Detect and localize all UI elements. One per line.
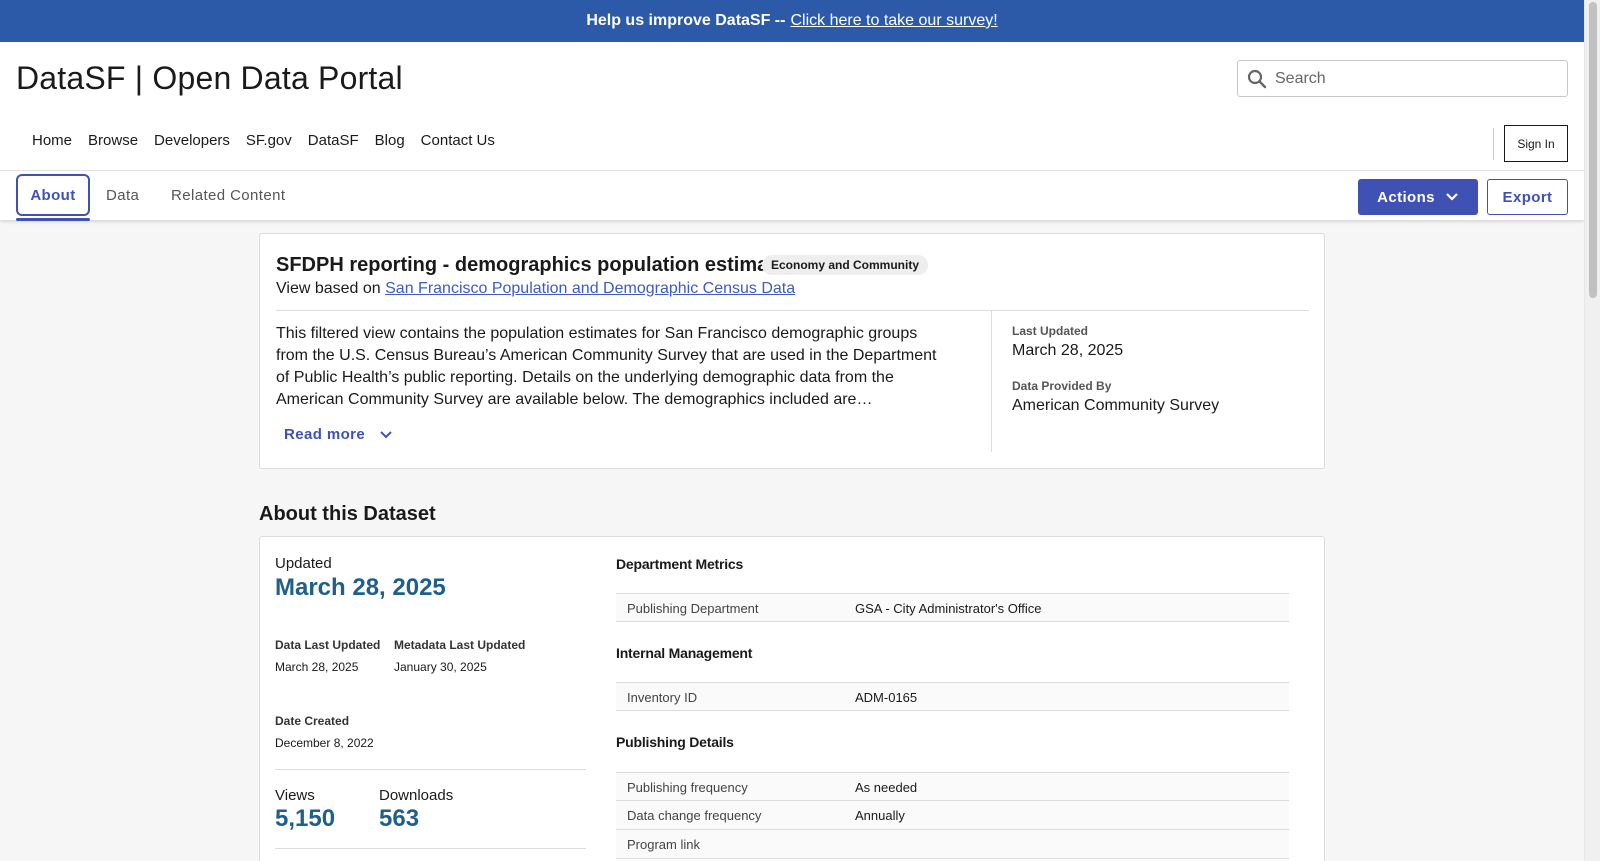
nav-contact-us[interactable]: Contact Us (421, 132, 495, 149)
last-updated-value: March 28, 2025 (1012, 342, 1124, 359)
dataset-tabs: About Data Related Content Actions Expor… (0, 170, 1584, 221)
read-more-label: Read more (284, 426, 366, 443)
updated-value: March 28, 2025 (275, 574, 446, 601)
actions-button[interactable]: Actions (1358, 179, 1478, 215)
based-on-prefix: View based on (276, 280, 381, 297)
updated-label: Updated (275, 555, 332, 572)
metadata-last-updated-value: January 30, 2025 (394, 660, 487, 674)
table-row: Inventory ID ADM-0165 (616, 682, 1289, 711)
provided-by-label: Data Provided By (1012, 379, 1112, 393)
nav-sfgov[interactable]: SF.gov (246, 132, 292, 149)
nav-home[interactable]: Home (32, 132, 72, 149)
data-last-updated-label: Data Last Updated (275, 638, 381, 652)
main-nav: Home Browse Developers SF.gov DataSF Blo… (32, 132, 511, 149)
downloads-value: 563 (379, 805, 420, 832)
row-value: As needed (855, 780, 918, 795)
stats-divider-bottom (275, 848, 586, 849)
views-value: 5,150 (275, 805, 336, 832)
category-badge[interactable]: Economy and Community (762, 255, 929, 275)
about-dataset-card: Updated March 28, 2025 Data Last Updated… (259, 536, 1325, 861)
row-key: Program link (627, 837, 700, 852)
summary-divider (276, 310, 1309, 311)
search-icon (1247, 69, 1267, 88)
row-key: Data change frequency (627, 808, 762, 823)
banner-text: Help us improve DataSF -- (586, 12, 786, 29)
chevron-down-icon (1446, 193, 1458, 201)
actions-label: Actions (1377, 188, 1435, 206)
summary-vertical-divider (991, 311, 992, 452)
date-created-label: Date Created (275, 714, 350, 728)
views-label: Views (275, 787, 315, 804)
row-key: Inventory ID (627, 690, 698, 705)
downloads-label: Downloads (379, 787, 454, 804)
internal-management-title: Internal Management (616, 645, 753, 661)
survey-banner: Help us improve DataSF -- Click here to … (0, 0, 1584, 42)
search-box[interactable] (1237, 60, 1568, 97)
table-row: Publishing Department GSA - City Adminis… (616, 593, 1289, 622)
dataset-summary-card: SFDPH reporting - demographics populatio… (259, 233, 1325, 469)
survey-link[interactable]: Click here to take our survey! (790, 12, 997, 30)
search-input[interactable] (1275, 69, 1545, 88)
export-button[interactable]: Export (1487, 179, 1568, 215)
active-tab-indicator (16, 218, 90, 221)
site-header: DataSF | Open Data Portal Home Browse De… (0, 42, 1584, 170)
page-scrollbar[interactable] (1584, 0, 1600, 861)
publishing-details-title: Publishing Details (616, 734, 734, 750)
about-dataset-heading: About this Dataset (259, 503, 436, 525)
row-value: GSA - City Administrator's Office (855, 601, 1042, 616)
date-created-value: December 8, 2022 (275, 736, 374, 750)
parent-dataset-link[interactable]: San Francisco Population and Demographic… (385, 280, 795, 297)
nav-blog[interactable]: Blog (375, 132, 405, 149)
sign-in-button[interactable]: Sign In (1504, 125, 1568, 162)
tab-about[interactable]: About (16, 174, 90, 216)
site-title[interactable]: DataSF | Open Data Portal (16, 60, 403, 97)
dataset-description: This filtered view contains the populati… (276, 325, 937, 408)
nav-datasf[interactable]: DataSF (308, 132, 359, 149)
provided-by-value: American Community Survey (1012, 397, 1220, 414)
header-divider (1493, 128, 1494, 160)
chevron-down-icon (380, 430, 392, 438)
row-key: Publishing Department (627, 601, 759, 616)
last-updated-label: Last Updated (1012, 324, 1089, 338)
tab-related-content[interactable]: Related Content (171, 174, 285, 216)
based-on: View based on San Francisco Population a… (276, 280, 795, 298)
row-value: Annually (855, 808, 905, 823)
table-row: Data change frequency Annually (616, 801, 1289, 830)
table-row: Program link (616, 830, 1289, 859)
department-metrics-title: Department Metrics (616, 556, 744, 572)
nav-developers[interactable]: Developers (154, 132, 230, 149)
row-value: ADM-0165 (855, 690, 918, 705)
stats-divider-top (275, 769, 586, 770)
tab-data[interactable]: Data (106, 174, 139, 216)
row-key: Publishing frequency (627, 780, 748, 795)
dataset-title: SFDPH reporting - demographics populatio… (276, 254, 798, 276)
scrollbar-thumb[interactable] (1589, 2, 1597, 298)
read-more-button[interactable]: Read more (284, 426, 393, 443)
data-last-updated-value: March 28, 2025 (275, 660, 359, 674)
metadata-last-updated-label: Metadata Last Updated (394, 638, 526, 652)
nav-browse[interactable]: Browse (88, 132, 138, 149)
table-row: Publishing frequency As needed (616, 772, 1289, 801)
